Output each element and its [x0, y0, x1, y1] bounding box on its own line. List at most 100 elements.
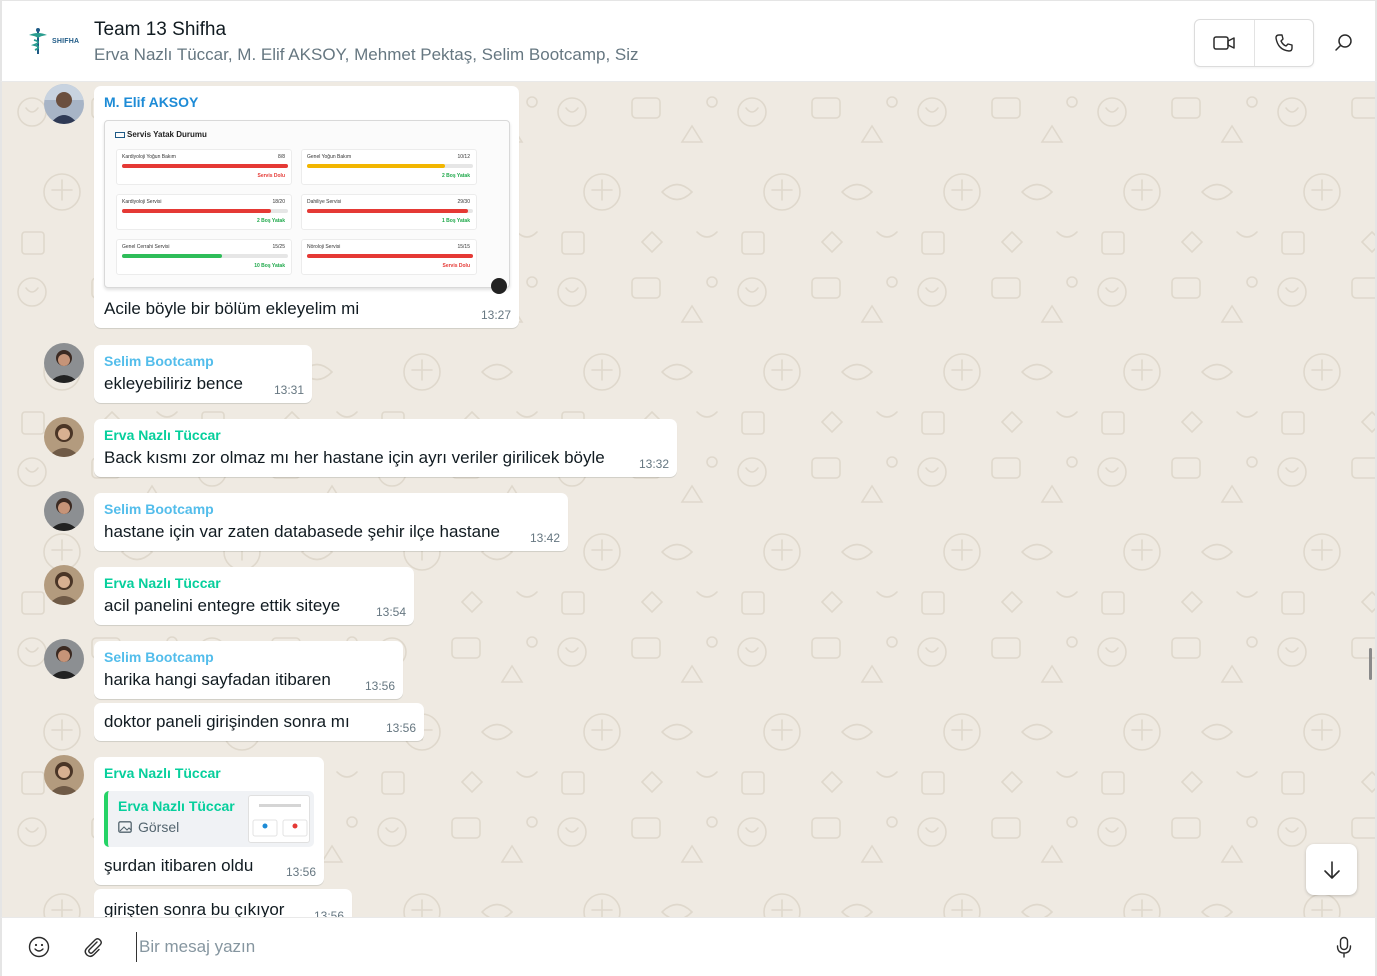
message-time: 13:32 — [638, 457, 669, 471]
ward-progress — [307, 164, 473, 168]
sender-name[interactable]: Erva Nazlı Tüccar — [104, 575, 221, 591]
message-bubble[interactable]: Erva Nazlı Tüccar Erva Nazlı Tüccar Görs… — [94, 757, 324, 885]
ward-progress — [122, 254, 288, 258]
avatar-selim[interactable] — [44, 639, 84, 679]
attach-button[interactable] — [78, 932, 108, 962]
message-bubble[interactable]: girişten sonra bu çıkıyor 13:56 — [94, 889, 352, 917]
ward-name: Dahiliye Servisi — [307, 199, 342, 205]
mic-icon — [1336, 936, 1352, 958]
message-bubble[interactable]: Selim Bootcamp ekleyebiliriz bence 13:31 — [94, 345, 312, 403]
quoted-type: Görsel — [138, 819, 180, 835]
message-bubble[interactable]: Erva Nazlı Tüccar acil panelini entegre … — [94, 567, 414, 625]
emoji-icon — [28, 936, 50, 958]
sender-name[interactable]: Erva Nazlı Tüccar — [104, 427, 221, 443]
group-members[interactable]: Erva Nazlı Tüccar, M. Elif AKSOY, Mehmet… — [94, 45, 639, 65]
quoted-sender: Erva Nazlı Tüccar — [118, 798, 235, 814]
message-text: girişten sonra bu çıkıyor — [104, 900, 285, 917]
message-text: Acile böyle bir bölüm ekleyelim mi — [104, 299, 360, 318]
message-bubble[interactable]: M. Elif AKSOY Servis Yatak Durumu Kardiy… — [94, 86, 519, 328]
call-buttons — [1194, 19, 1314, 67]
ward-name: Nöroloji Servisi — [307, 244, 341, 250]
ward-count: 29/30 — [457, 199, 470, 205]
quoted-thumbnail — [248, 795, 310, 843]
ward-progress-fill — [122, 254, 222, 258]
user-photo-icon — [44, 343, 84, 383]
emoji-button[interactable] — [24, 932, 54, 962]
ward-card: Dahiliye Servisi 29/30 1 Boş Yatak — [301, 194, 477, 230]
ward-status: 1 Boş Yatak — [442, 218, 470, 224]
ward-count: 15/15 — [457, 244, 470, 250]
ward-name: Kardiyoloji Servisi — [122, 199, 162, 205]
group-title[interactable]: Team 13 Shifha — [94, 19, 226, 41]
search-button[interactable] — [1328, 27, 1360, 59]
ward-count: 8/8 — [278, 154, 285, 160]
ward-progress — [307, 254, 473, 258]
message-text: şurdan itibaren oldu — [104, 856, 254, 875]
sender-name[interactable]: Selim Bootcamp — [104, 649, 214, 665]
avatar-selim[interactable] — [44, 343, 84, 383]
message-text: doktor paneli girişinden sonra mı — [104, 712, 350, 731]
user-photo-icon — [44, 491, 84, 531]
message-time: 13:56 — [364, 679, 395, 693]
message-time: 13:54 — [375, 605, 406, 619]
image-icon — [118, 821, 132, 833]
ward-card: Nöroloji Servisi 15/15 Servis Dolu — [301, 239, 477, 275]
image-corner-dot — [491, 278, 507, 294]
ward-name: Kardiyoloji Yoğun Bakım — [122, 154, 176, 160]
ward-card: Genel Cerrahi Servisi 15/25 10 Boş Yatak — [116, 239, 292, 275]
message-bubble[interactable]: Selim Bootcamp harika hangi sayfadan iti… — [94, 641, 403, 699]
user-photo-icon — [44, 639, 84, 679]
avatar-selim[interactable] — [44, 491, 84, 531]
voice-call-icon — [1275, 34, 1293, 52]
sender-name[interactable]: Selim Bootcamp — [104, 353, 214, 369]
message-input[interactable] — [136, 932, 1286, 962]
attach-icon — [84, 938, 102, 958]
sender-name[interactable]: M. Elif AKSOY — [104, 94, 198, 110]
voice-message-button[interactable] — [1329, 932, 1359, 962]
group-logo[interactable]: SHIFHA — [26, 27, 79, 57]
ward-progress-fill — [122, 209, 272, 213]
ward-status: 2 Boş Yatak — [257, 218, 285, 224]
user-photo-icon — [44, 565, 84, 605]
shared-image[interactable]: Servis Yatak Durumu Kardiyoloji Yoğun Ba… — [104, 120, 510, 294]
ward-progress — [122, 164, 288, 168]
chat-area[interactable]: M. Elif AKSOY Servis Yatak Durumu Kardiy… — [0, 82, 1377, 917]
user-photo-icon — [44, 84, 84, 124]
video-call-button[interactable] — [1195, 20, 1254, 66]
image-title: Servis Yatak Durumu — [127, 130, 207, 139]
avatar-elif[interactable] — [44, 84, 84, 124]
message-bubble[interactable]: doktor paneli girişinden sonra mı 13:56 — [94, 703, 424, 741]
quoted-message[interactable]: Erva Nazlı Tüccar Görsel — [104, 791, 314, 847]
user-photo-icon — [44, 417, 84, 457]
scrollbar-thumb[interactable] — [1369, 648, 1372, 680]
ward-name: Genel Yoğun Bakım — [307, 154, 352, 160]
message-bubble[interactable]: Selim Bootcamp hastane için var zaten da… — [94, 493, 568, 551]
message-time: 13:56 — [313, 909, 344, 917]
scroll-to-bottom-button[interactable] — [1306, 844, 1357, 895]
arrow-down-icon — [1323, 860, 1340, 879]
ward-count: 15/25 — [272, 244, 285, 250]
video-call-icon — [1213, 36, 1235, 50]
message-bubble[interactable]: Erva Nazlı Tüccar Back kısmı zor olmaz m… — [94, 419, 677, 477]
search-icon — [1335, 34, 1352, 51]
message-text: acil panelini entegre ettik siteye — [104, 596, 341, 615]
ward-status: 10 Boş Yatak — [254, 263, 285, 269]
bed-icon — [115, 132, 125, 138]
ward-count: 10/12 — [457, 154, 470, 160]
ward-progress-fill — [307, 209, 469, 213]
message-text: Back kısmı zor olmaz mı her hastane için… — [104, 448, 605, 467]
avatar-erva[interactable] — [44, 417, 84, 457]
ward-card: Genel Yoğun Bakım 10/12 2 Boş Yatak — [301, 149, 477, 185]
thumbnail-image-icon — [252, 804, 308, 837]
ward-count: 18/20 — [272, 199, 285, 205]
sender-name[interactable]: Selim Bootcamp — [104, 501, 214, 517]
sender-name[interactable]: Erva Nazlı Tüccar — [104, 765, 221, 781]
avatar-erva[interactable] — [44, 565, 84, 605]
composer — [0, 917, 1377, 976]
message-text: harika hangi sayfadan itibaren — [104, 670, 331, 689]
message-text: ekleyebiliriz bence — [104, 374, 243, 393]
voice-call-button[interactable] — [1254, 20, 1313, 66]
avatar-erva[interactable] — [44, 755, 84, 795]
message-time: 13:56 — [285, 865, 316, 879]
user-photo-icon — [44, 755, 84, 795]
